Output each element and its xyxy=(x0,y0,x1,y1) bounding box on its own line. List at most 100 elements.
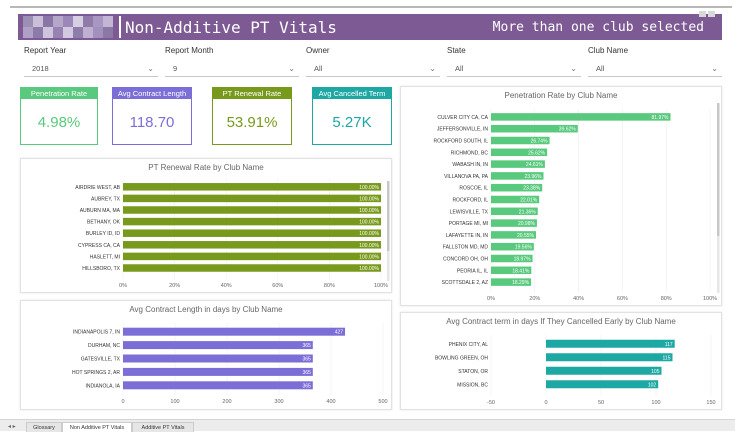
chevron-down-icon: ⌄ xyxy=(429,64,436,73)
data-label: 19.56% xyxy=(515,245,533,251)
filter-value: 9 xyxy=(173,64,178,73)
data-label: 22.01% xyxy=(520,198,538,204)
state-dropdown[interactable]: All ⌄ xyxy=(447,61,581,77)
tick-label: -50 xyxy=(487,400,495,406)
kpi-title: Penetration Rate xyxy=(21,88,97,99)
scrollbar-thumb xyxy=(387,181,390,251)
filter-label: Report Month xyxy=(165,46,214,55)
data-label: 21.36% xyxy=(519,209,537,215)
category-label: HILLSBORO, TX xyxy=(82,266,120,272)
data-label: 24.61% xyxy=(526,162,544,168)
visual-header-icons[interactable] xyxy=(699,11,715,17)
bar xyxy=(491,113,671,121)
category-label: DURHAM, NC xyxy=(88,343,120,349)
category-label: BETHANY, OK xyxy=(87,220,121,226)
kpi-value: 5.27K xyxy=(332,114,372,131)
report-month-dropdown[interactable]: 9 ⌄ xyxy=(165,61,299,77)
kpi-card-penetration-rate: Penetration Rate 4.98% xyxy=(20,87,98,145)
header-divider xyxy=(119,16,121,38)
category-label: PORTAGE MI, MI xyxy=(449,221,488,227)
tick-label: 0% xyxy=(119,283,127,289)
data-label: 18.41% xyxy=(512,268,530,274)
kpi-title: Avg Contract Length xyxy=(113,88,191,99)
data-label: 100.00% xyxy=(359,185,379,191)
chevron-down-icon: ⌄ xyxy=(711,64,718,73)
bar xyxy=(123,264,381,272)
focus-mode-icon[interactable] xyxy=(699,11,706,17)
data-label: 20.55% xyxy=(517,233,535,239)
filter-value: All xyxy=(596,64,605,73)
tick-label: 80% xyxy=(324,283,335,289)
data-label: 20.98% xyxy=(518,221,536,227)
data-label: 18.29% xyxy=(512,280,530,286)
category-label: CONCORD OH, OH xyxy=(443,257,488,263)
bar xyxy=(123,341,313,350)
data-label: 18.97% xyxy=(514,257,532,263)
chevron-down-icon: ⌄ xyxy=(570,64,577,73)
owner-dropdown[interactable]: All ⌄ xyxy=(306,61,440,77)
filter-label: Owner xyxy=(306,46,330,55)
kpi-value: 4.98% xyxy=(37,114,81,131)
data-label: 23.96% xyxy=(525,174,543,180)
tick-label: 400 xyxy=(326,399,335,405)
bar xyxy=(123,252,381,261)
category-label: ROCKFORD SOUTH, IL xyxy=(434,139,489,145)
tick-label: 0 xyxy=(121,399,124,405)
tick-label: 100% xyxy=(374,283,388,289)
category-label: AUBREY, TX xyxy=(91,196,121,202)
data-label: 100.00% xyxy=(359,266,379,272)
category-label: PHENIX CITY, AL xyxy=(449,342,489,348)
chevron-down-icon: ⌄ xyxy=(147,64,154,73)
category-label: FALLSTON MD, MD xyxy=(443,245,489,251)
report-year-dropdown[interactable]: 2018 ⌄ xyxy=(24,61,158,77)
category-label: STATON, OR xyxy=(458,369,488,375)
filter-label: Club Name xyxy=(588,46,629,55)
tick-label: 150 xyxy=(706,400,715,406)
renewal-rate-chart-panel: PT Renewal Rate by Club Name 0% 20% 40% 60%… xyxy=(20,158,392,293)
category-label: INDIANOLA, IA xyxy=(86,383,121,389)
bar xyxy=(123,327,346,336)
filter-owner: Owner All ⌄ xyxy=(306,46,440,77)
tick-label: 40% xyxy=(221,283,232,289)
tick-label: 0% xyxy=(487,296,495,302)
category-label: ROSCOE, IL xyxy=(459,186,488,192)
kpi-card-avg-cancelled-term: Avg Cancelled Term 5.27K xyxy=(312,87,392,145)
filter-label: State xyxy=(447,46,466,55)
tick-label: 100 xyxy=(651,400,660,406)
more-options-icon[interactable] xyxy=(708,11,715,17)
bar xyxy=(123,194,381,203)
category-label: LAFAYETTE IN, IN xyxy=(446,233,489,239)
tick-label: 20% xyxy=(529,296,540,302)
blurred-logo xyxy=(23,16,113,38)
data-label: 117 xyxy=(665,342,673,348)
data-label: 100.00% xyxy=(359,243,379,249)
data-label: 365 xyxy=(302,343,311,349)
tick-label: 100% xyxy=(703,296,717,302)
category-label: RICHMOND, BC xyxy=(451,150,489,156)
bar xyxy=(546,339,675,348)
tick-label: 60% xyxy=(272,283,283,289)
data-label: 26.74% xyxy=(531,139,549,145)
category-label: INDIANAPOLIS 7, IN xyxy=(73,330,120,336)
club-name-dropdown[interactable]: All ⌄ xyxy=(588,61,722,77)
kpi-card-avg-contract-length: Avg Contract Length 118.70 xyxy=(112,87,192,145)
filter-value: All xyxy=(455,64,464,73)
page-tab-bar: ◂ ▸ Glossary Non Additive PT Vitals Addi… xyxy=(0,419,735,432)
bar xyxy=(123,206,381,214)
tick-label: 20% xyxy=(169,283,180,289)
category-label: BURLEY ID, ID xyxy=(86,231,120,237)
data-label: 105 xyxy=(651,369,660,375)
filter-report-month: Report Month 9 ⌄ xyxy=(165,46,299,77)
kpi-value: 118.70 xyxy=(129,114,175,131)
contract-length-chart: 0 100 200 300 400 500 INDIANAPOLIS 7, IN 427 DUR… xyxy=(72,323,388,405)
data-label: 365 xyxy=(302,357,311,363)
bar xyxy=(123,367,313,376)
tick-label: 50 xyxy=(598,400,604,406)
tick-label: 60% xyxy=(617,296,628,302)
data-label: 102 xyxy=(648,382,657,388)
bar xyxy=(546,366,662,375)
tab-nav-arrows[interactable]: ◂ ▸ xyxy=(8,423,16,430)
category-label: WABASH IN, IN xyxy=(452,162,488,168)
tick-label: 200 xyxy=(222,399,231,405)
category-label: MISSION, BC xyxy=(457,382,488,388)
